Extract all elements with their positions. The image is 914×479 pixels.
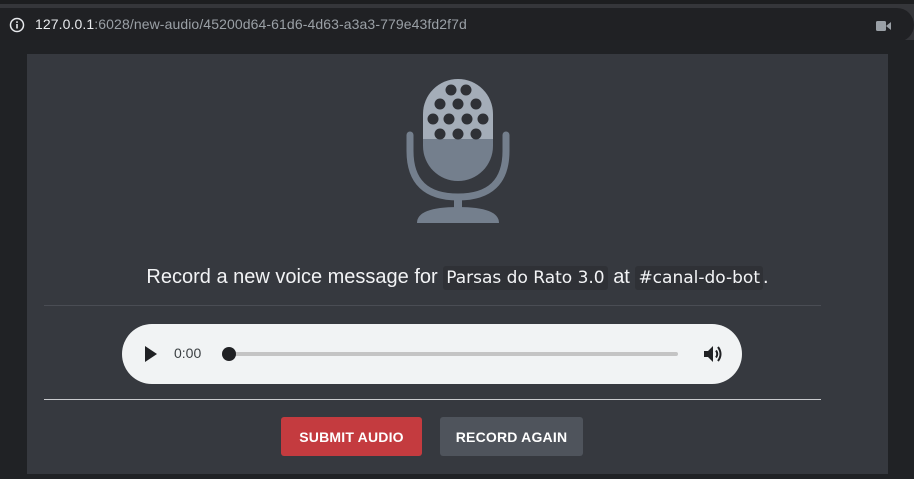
record-again-button[interactable]: RECORD AGAIN [440, 417, 583, 456]
prompt-middle: at [613, 266, 630, 288]
address-bar[interactable]: 127.0.0.1:6028/new-audio/45200d64-61d6-4… [0, 8, 914, 42]
volume-icon[interactable] [702, 343, 724, 365]
url-path: :6028/new-audio/45200d64-61d6-4d63-a3a3-… [94, 16, 467, 32]
play-icon[interactable] [144, 345, 158, 363]
submit-audio-button[interactable]: SUBMIT AUDIO [281, 417, 422, 456]
record-prompt: Record a new voice message for Parsas do… [27, 266, 888, 290]
seek-bar[interactable] [222, 347, 678, 361]
video-camera-icon[interactable] [876, 20, 892, 32]
page-body: Record a new voice message for Parsas do… [0, 40, 914, 479]
recorder-card: Record a new voice message for Parsas do… [27, 54, 888, 474]
microphone-icon [406, 79, 510, 223]
divider [44, 399, 821, 400]
info-icon[interactable] [9, 17, 25, 33]
channel-name: #canal-do-bot [635, 266, 763, 290]
url-text[interactable]: 127.0.0.1:6028/new-audio/45200d64-61d6-4… [35, 16, 467, 32]
current-time: 0:00 [174, 345, 202, 361]
audio-player[interactable]: 0:00 [122, 324, 742, 384]
browser-toolbar: 127.0.0.1:6028/new-audio/45200d64-61d6-4… [0, 4, 914, 42]
seek-thumb[interactable] [222, 347, 236, 361]
url-host: 127.0.0.1 [35, 16, 95, 32]
prompt-prefix: Record a new voice message for [146, 266, 438, 288]
divider [44, 305, 821, 306]
prompt-suffix: . [763, 266, 769, 288]
server-name: Parsas do Rato 3.0 [443, 266, 608, 290]
